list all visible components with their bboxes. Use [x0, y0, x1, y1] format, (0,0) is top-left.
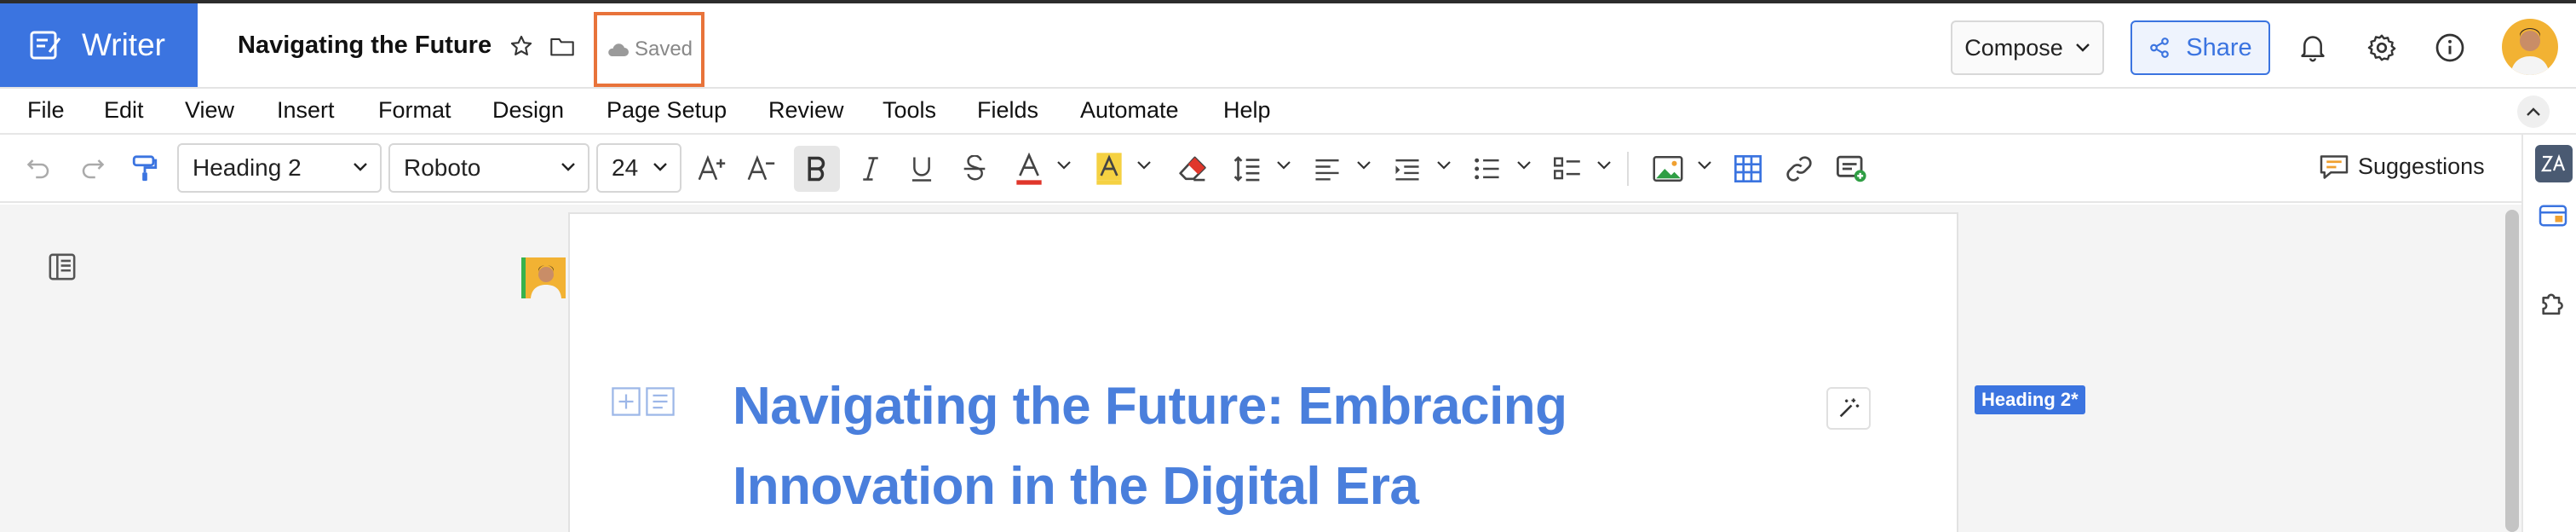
formatting-toolbar: Heading 2 Roboto 24 Suggestions — [0, 135, 2521, 203]
insert-field-icon[interactable] — [1833, 150, 1871, 188]
menu-format[interactable]: Format — [378, 97, 451, 124]
image-icon[interactable] — [1649, 150, 1687, 188]
chevron-down-icon — [354, 163, 367, 171]
share-icon — [2148, 37, 2171, 59]
bell-icon[interactable] — [2298, 32, 2327, 63]
undo-icon[interactable] — [20, 150, 58, 188]
folder-icon[interactable] — [549, 34, 575, 58]
chevron-down-icon[interactable] — [1436, 160, 1452, 171]
menu-edit[interactable]: Edit — [104, 97, 144, 124]
underline-icon[interactable] — [903, 150, 940, 188]
paragraph-style-dropdown[interactable]: Heading 2 — [177, 143, 382, 193]
table-icon[interactable] — [1729, 150, 1767, 188]
highlight-icon[interactable] — [1090, 150, 1128, 188]
heading-line-1: Navigating the Future: Embracing — [733, 377, 1567, 436]
font-size-value: 24 — [612, 154, 639, 181]
cloud-icon — [606, 41, 635, 58]
chevron-down-icon[interactable] — [1356, 160, 1371, 171]
share-button[interactable]: Share — [2130, 20, 2270, 75]
bold-icon[interactable] — [794, 146, 840, 192]
chevron-down-icon[interactable] — [1056, 160, 1072, 171]
menu-automate[interactable]: Automate — [1080, 97, 1179, 124]
compose-button[interactable]: Compose — [1951, 20, 2104, 75]
compose-label: Compose — [1964, 34, 2063, 61]
menu-view[interactable]: View — [185, 97, 234, 124]
font-color-icon[interactable] — [1010, 150, 1048, 188]
link-icon[interactable] — [1780, 150, 1818, 188]
chevron-down-icon[interactable] — [1516, 160, 1532, 171]
menu-fields[interactable]: Fields — [977, 97, 1038, 124]
chevron-down-icon — [561, 163, 575, 171]
indent-icon[interactable] — [1389, 150, 1426, 188]
chevron-down-icon[interactable] — [1697, 160, 1712, 171]
strikethrough-icon[interactable] — [956, 150, 993, 188]
add-block-icon[interactable] — [612, 387, 641, 416]
chevron-up-icon[interactable] — [2517, 95, 2550, 128]
redo-icon[interactable] — [73, 150, 111, 188]
style-badge[interactable]: Heading 2* — [1975, 385, 2085, 414]
decrease-font-icon[interactable] — [743, 150, 780, 188]
document-title[interactable]: Navigating the Future — [238, 32, 492, 60]
suggestions-icon — [2319, 154, 2349, 180]
collaborator-avatar[interactable] — [521, 257, 566, 298]
save-status-label: Saved — [634, 38, 693, 61]
save-status: Saved — [594, 12, 704, 87]
increase-font-icon[interactable] — [693, 150, 731, 188]
checklist-icon[interactable] — [1549, 150, 1586, 188]
font-family-dropdown[interactable]: Roboto — [388, 143, 589, 193]
line-spacing-icon[interactable] — [1228, 150, 1266, 188]
font-size-dropdown[interactable]: 24 — [596, 143, 681, 193]
app-name: Writer — [82, 27, 165, 62]
app-brand[interactable]: Writer — [0, 3, 198, 87]
puzzle-icon[interactable] — [2539, 288, 2567, 317]
menu-help[interactable]: Help — [1223, 97, 1271, 124]
menu-tools[interactable]: Tools — [883, 97, 936, 124]
toolbar-divider — [1627, 152, 1629, 186]
user-avatar[interactable] — [2502, 19, 2558, 75]
menu-file[interactable]: File — [27, 97, 65, 124]
chevron-down-icon — [2075, 43, 2090, 53]
chevron-down-icon[interactable] — [1596, 160, 1612, 171]
suggestions-button[interactable]: Suggestions — [2319, 153, 2485, 180]
top-header: Writer Navigating the Future Saved Compo… — [0, 0, 2576, 89]
share-label: Share — [2186, 33, 2252, 61]
zia-icon[interactable] — [2535, 145, 2573, 182]
menu-insert[interactable]: Insert — [277, 97, 335, 124]
chevron-down-icon[interactable] — [1276, 160, 1291, 171]
menu-review[interactable]: Review — [768, 97, 844, 124]
suggestions-label: Suggestions — [2358, 153, 2485, 179]
magic-wand-icon[interactable] — [1826, 387, 1871, 430]
writer-app: Writer Navigating the Future Saved Compo… — [0, 0, 2576, 532]
chevron-down-icon — [653, 163, 667, 171]
scrollbar-thumb[interactable] — [2505, 210, 2519, 532]
paragraph-style-value: Heading 2 — [193, 154, 302, 181]
heading-line-2: Innovation in the Digital Era — [733, 457, 1419, 516]
panel-icon[interactable] — [2539, 203, 2567, 228]
block-menu-icon[interactable] — [646, 387, 675, 416]
document-heading[interactable]: Navigating the Future: Embracing Innovat… — [733, 367, 1619, 527]
chevron-down-icon[interactable] — [1136, 160, 1152, 171]
align-left-icon[interactable] — [1308, 150, 1346, 188]
eraser-icon[interactable] — [1174, 150, 1211, 188]
menu-design[interactable]: Design — [492, 97, 564, 124]
writer-logo-icon — [29, 28, 82, 62]
italic-icon[interactable] — [852, 150, 889, 188]
format-painter-icon[interactable] — [126, 150, 164, 188]
star-icon[interactable] — [509, 34, 533, 58]
menu-bar: File Edit View Insert Format Design Page… — [0, 89, 2576, 135]
bullet-list-icon[interactable] — [1469, 150, 1506, 188]
right-sidebar-rail — [2521, 135, 2576, 532]
navigation-pane-icon[interactable] — [48, 252, 77, 281]
font-family-value: Roboto — [404, 154, 481, 181]
gear-icon[interactable] — [2366, 32, 2397, 63]
info-icon[interactable] — [2435, 32, 2465, 63]
menu-page-setup[interactable]: Page Setup — [607, 97, 727, 124]
